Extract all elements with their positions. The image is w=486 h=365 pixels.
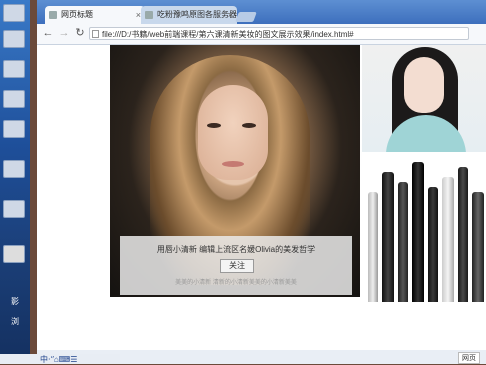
- browser-toolbar: ← → ↻ file:///D:/书籍/web前端课程/第六课清新美妆的图文展示…: [37, 24, 486, 45]
- back-button[interactable]: ←: [41, 26, 55, 40]
- caption-title: 用唇小清新 编辑上流区名媛Olivia的美发哲学: [156, 245, 316, 254]
- reload-button[interactable]: ↻: [73, 26, 87, 40]
- side-photo-cosmetics: [362, 152, 486, 302]
- new-tab-button[interactable]: [235, 12, 257, 22]
- cosmetic-tube: [458, 167, 468, 302]
- tab-title: 吃粉豫鸣原图各服务器错题: [157, 10, 237, 19]
- desktop-label: 浏: [11, 317, 19, 326]
- page-viewport: 用唇小清新 编辑上流区名媛Olivia的美发哲学 关注 美美的小清新 清新的小清…: [37, 45, 486, 350]
- cosmetic-tube: [472, 192, 484, 302]
- page-favicon-icon: [49, 11, 57, 19]
- caption-overlay: 用唇小清新 编辑上流区名媛Olivia的美发哲学 关注 美美的小清新 清新的小清…: [120, 236, 352, 295]
- close-icon[interactable]: ×: [228, 6, 233, 24]
- follow-button[interactable]: 关注: [220, 259, 254, 273]
- desktop-shortcut-icon[interactable]: [3, 4, 25, 22]
- caption-subtitle: 美美的小清新 清新的小清新美美的小清新美美: [175, 280, 297, 286]
- tab-inactive[interactable]: 吃粉豫鸣原图各服务器错题 ×: [141, 6, 237, 24]
- photo-eye: [207, 123, 221, 128]
- tab-active[interactable]: 网页标题 ×: [45, 6, 145, 24]
- input-method-indicator[interactable]: 中‧‘′⌂⌨☰: [40, 354, 77, 365]
- desktop-shortcut-icon[interactable]: [3, 120, 25, 138]
- cosmetic-tube: [428, 187, 438, 302]
- model-face: [404, 57, 444, 113]
- desktop-shortcut-icon[interactable]: [3, 160, 25, 178]
- desktop-shortcut-icon[interactable]: [3, 245, 25, 263]
- desktop-shortcut-icon[interactable]: [3, 60, 25, 78]
- desktop-sidebar: 影 浏: [0, 0, 30, 364]
- desktop-shortcut-icon[interactable]: [3, 90, 25, 108]
- photo-lips: [222, 161, 244, 167]
- cosmetic-tube: [412, 162, 424, 302]
- tab-bar: 网页标题 × 吃粉豫鸣原图各服务器错题 ×: [37, 0, 486, 24]
- side-photo-model: [362, 45, 486, 152]
- browser-window: 网页标题 × 吃粉豫鸣原图各服务器错题 × ← → ↻ file:///D:/书…: [37, 0, 486, 364]
- address-bar[interactable]: file:///D:/书籍/web前端课程/第六课清新美妆的图文展示效果/ind…: [89, 27, 469, 40]
- page-favicon-icon: [145, 11, 153, 19]
- tab-title: 网页标题: [61, 10, 93, 19]
- cosmetic-tube: [368, 192, 378, 302]
- address-text: file:///D:/书籍/web前端课程/第六课清新美妆的图文展示效果/ind…: [102, 30, 354, 39]
- cosmetic-tube: [398, 182, 408, 302]
- forward-button[interactable]: →: [57, 26, 71, 40]
- desktop-label: 影: [11, 297, 19, 306]
- cosmetic-tube: [442, 177, 454, 302]
- photo-eye: [242, 123, 256, 128]
- status-tooltip: 网页: [458, 352, 480, 364]
- cosmetic-tube: [382, 172, 394, 302]
- desktop-shortcut-icon[interactable]: [3, 200, 25, 218]
- desktop-shortcut-icon[interactable]: [3, 30, 25, 48]
- document-icon: [92, 30, 99, 38]
